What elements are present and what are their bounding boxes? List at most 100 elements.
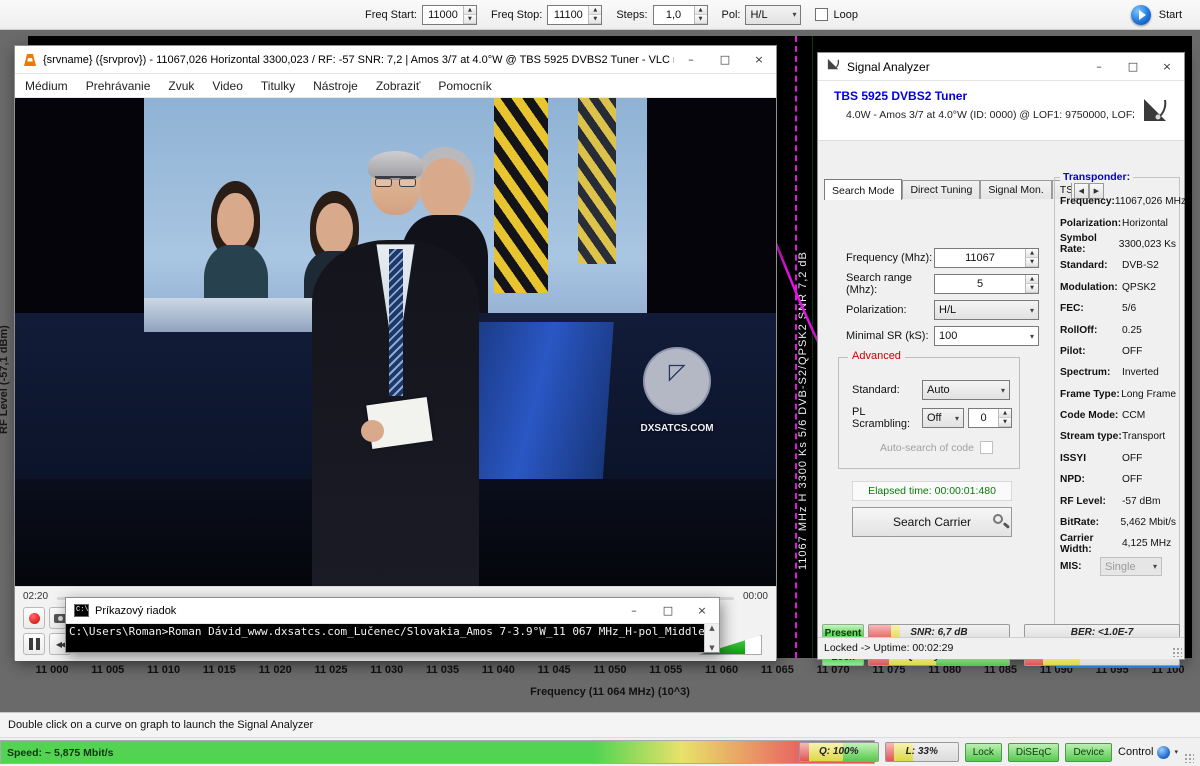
sa-range-label: Search range (Mhz): [846, 272, 934, 296]
sa-minsr-select[interactable]: 100▾ [934, 326, 1039, 346]
x-tick: 11 025 [307, 664, 355, 676]
freq-stop-spinner[interactable]: ▲▼ [588, 6, 601, 24]
sa-pl-label: PL Scrambling: [852, 406, 922, 430]
vlc-minimize-button[interactable]: – [674, 46, 708, 73]
cmd-title: Príkazový riadok [95, 605, 617, 617]
vlc-maximize-button[interactable]: □ [708, 46, 742, 73]
search-carrier-button[interactable]: Search Carrier [852, 507, 1012, 537]
vlc-menu-item-7[interactable]: Pomocník [438, 79, 491, 93]
start-button[interactable]: Start [1159, 9, 1182, 21]
vlc-menu-item-3[interactable]: Video [212, 79, 242, 93]
freq-start-input[interactable]: 11000 ▲▼ [422, 5, 477, 25]
cmd-prompt-line[interactable]: C:\Users\Roman>Roman Dávid_www.dxsatcs.c… [66, 624, 704, 652]
vlc-menu-item-2[interactable]: Zvuk [168, 79, 194, 93]
transponder-row: Code Mode:CCM [1060, 405, 1176, 426]
sa-frequency-label: Frequency (Mhz): [846, 252, 934, 264]
device-button[interactable]: Device [1065, 743, 1112, 762]
tuner-name: TBS 5925 DVBS2 Tuner [834, 89, 967, 103]
sa-minsr-label: Minimal SR (kS): [846, 330, 934, 342]
sa-minimize-button[interactable]: – [1082, 53, 1116, 80]
tab-direct-tuning[interactable]: Direct Tuning [902, 180, 980, 199]
presenter-tie [389, 249, 403, 395]
mis-select[interactable]: Single▾ [1100, 557, 1162, 576]
x-tick: 11 015 [195, 664, 243, 676]
sa-tuner-header: TBS 5925 DVBS2 Tuner 4.0W - Amos 3/7 at … [818, 81, 1184, 141]
vlc-record-button[interactable] [23, 607, 45, 629]
vlc-menu-item-6[interactable]: Zobraziť [376, 79, 421, 93]
freq-start-spinner[interactable]: ▲▼ [463, 6, 476, 24]
sa-title: Signal Analyzer [847, 60, 1082, 74]
sa-pol-label: Polarization: [846, 304, 934, 316]
q-bar: Q: 100% [799, 742, 879, 762]
freq-start-label: Freq Start: [365, 9, 417, 21]
sa-range-input[interactable]: 5 ▲▼ [934, 274, 1039, 294]
steps-input[interactable]: 1,0 ▲▼ [653, 5, 708, 25]
cmd-maximize-button[interactable]: □ [651, 598, 685, 623]
sa-frequency-input[interactable]: 11067 ▲▼ [934, 248, 1039, 268]
cmd-close-button[interactable]: × [685, 598, 719, 623]
autosearch-checkbox[interactable] [980, 441, 993, 454]
tab-signal-mon[interactable]: Signal Mon. [980, 180, 1051, 199]
transponder-row: RF Level:-57 dBm [1060, 490, 1176, 511]
satellite-dish-icon [826, 57, 841, 76]
previous-frame-icon: ◀◀ [56, 640, 64, 649]
x-tick: 11 040 [474, 664, 522, 676]
transponder-row: Modulation:QPSK2 [1060, 277, 1176, 298]
sa-statusbar: Locked -> Uptime: 00:02:29 [818, 637, 1184, 659]
loop-checkbox[interactable] [815, 8, 828, 21]
vlc-menu-item-1[interactable]: Prehrávanie [86, 79, 151, 93]
sa-pol-select[interactable]: H/L▾ [934, 300, 1039, 320]
loop-label: Loop [833, 9, 857, 21]
vlc-time-total: 00:00 [743, 591, 768, 602]
resize-grip[interactable] [1172, 647, 1182, 657]
sa-pl-select[interactable]: Off▾ [922, 408, 964, 428]
vlc-menu-item-5[interactable]: Nástroje [313, 79, 358, 93]
diseqc-button[interactable]: DiSEqC [1008, 743, 1060, 762]
transponder-row: RollOff:0.25 [1060, 319, 1176, 340]
pause-icon [29, 638, 40, 650]
steps-spinner[interactable]: ▲▼ [694, 6, 707, 24]
vlc-titlebar[interactable]: {srvname} ({srvprov}) - 11067,026 Horizo… [15, 46, 776, 74]
sa-titlebar[interactable]: Signal Analyzer – □ × [818, 53, 1184, 81]
tuner-dish-logo [1138, 93, 1172, 132]
transponder-title: Transponder: [1060, 171, 1133, 183]
vlc-title: {srvname} ({srvprov}) - 11067,026 Horizo… [43, 54, 674, 66]
sa-pl-code-input[interactable]: 0 ▲▼ [968, 408, 1012, 428]
x-tick: 11 060 [698, 664, 746, 676]
cmd-minimize-button[interactable]: – [617, 598, 651, 623]
transponder-row: Spectrum:Inverted [1060, 362, 1176, 383]
x-tick: 11 010 [140, 664, 188, 676]
control-menu[interactable]: Control ▾ [1118, 746, 1178, 759]
x-axis-label: Frequency (11 064 MHz) (10^3) [28, 686, 1192, 698]
presenter-hand [361, 420, 384, 442]
record-icon [29, 613, 40, 624]
start-icon[interactable] [1131, 5, 1151, 25]
vlc-menu-item-0[interactable]: Médium [25, 79, 68, 93]
transponder-row: Carrier Width:4,125 MHz [1060, 533, 1176, 554]
cmd-scrollbar[interactable]: ▲▼ [704, 624, 719, 652]
sa-close-button[interactable]: × [1150, 53, 1184, 80]
transponder-rows: Frequency:11067,026 MHzPolarization:Hori… [1060, 191, 1176, 555]
cmd-titlebar[interactable]: C:\ Príkazový riadok – □ × [66, 598, 719, 624]
sa-maximize-button[interactable]: □ [1116, 53, 1150, 80]
vlc-menu-item-4[interactable]: Titulky [261, 79, 295, 93]
x-tick: 11 035 [419, 664, 467, 676]
freq-stop-input[interactable]: 11100 ▲▼ [547, 5, 602, 25]
lock-button[interactable]: Lock [965, 743, 1002, 762]
speed-text: Speed: ~ 5,875 Mbit/s [7, 747, 114, 759]
tab-search-mode[interactable]: Search Mode [824, 179, 902, 200]
transponder-row: Standard:DVB-S2 [1060, 255, 1176, 276]
pol-select[interactable]: H/L▾ [745, 5, 801, 25]
x-axis-ticks: 11 00011 00511 01011 01511 02011 02511 0… [28, 664, 1192, 676]
sa-standard-label: Standard: [852, 384, 922, 396]
autosearch-label: Auto-search of code [880, 442, 974, 454]
vlc-video-area[interactable]: ◸ DXSATCS.COM [15, 98, 776, 586]
freq-stop-label: Freq Stop: [491, 9, 542, 21]
vlc-close-button[interactable]: × [742, 46, 776, 73]
pol-label: Pol: [722, 9, 741, 21]
x-tick: 11 005 [84, 664, 132, 676]
signal-analyzer-window: Signal Analyzer – □ × TBS 5925 DVBS2 Tun… [817, 52, 1185, 660]
vlc-pause-button[interactable] [23, 633, 45, 655]
sa-standard-select[interactable]: Auto▾ [922, 380, 1010, 400]
app-resize-grip[interactable] [1184, 753, 1194, 763]
